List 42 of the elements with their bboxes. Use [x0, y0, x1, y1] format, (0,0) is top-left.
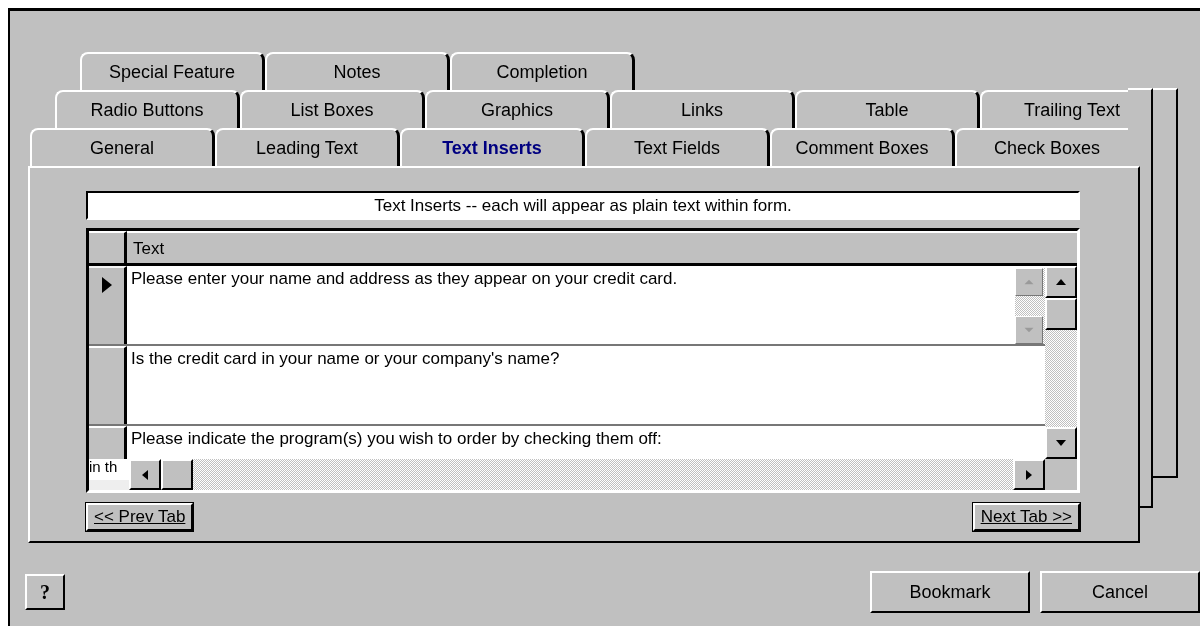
cell-scrollbar[interactable] — [1015, 268, 1045, 344]
scroll-right-button[interactable] — [1013, 459, 1045, 490]
selector-header — [89, 231, 127, 263]
left-arrow-icon — [141, 468, 149, 481]
table-cell[interactable]: Please indicate the program(s) you wish to order by checking them off: — [127, 426, 1045, 459]
scrollbar-thumb[interactable] — [161, 459, 193, 490]
scroll-down-icon — [1015, 316, 1043, 344]
tab[interactable]: Completion — [450, 52, 635, 90]
vertical-scrollbar[interactable] — [1045, 266, 1077, 459]
table-cell[interactable]: Is the credit card in your name or your company's name? — [127, 346, 1045, 424]
tab[interactable]: Links — [610, 90, 795, 128]
dialog-button[interactable]: Bookmark — [870, 571, 1030, 613]
table-cell[interactable]: Please enter your name and address as they appear on your credit card. — [127, 266, 1045, 344]
tab[interactable]: Text Inserts — [400, 128, 585, 166]
tab[interactable]: List Boxes — [240, 90, 425, 128]
current-record-icon — [100, 276, 113, 294]
scroll-left-button[interactable] — [129, 459, 161, 490]
tab[interactable]: Graphics — [425, 90, 610, 128]
scroll-up-icon — [1015, 268, 1043, 296]
column-header[interactable]: Text — [127, 231, 1077, 263]
right-arrow-icon — [1025, 468, 1033, 481]
down-arrow-icon — [1055, 439, 1067, 447]
tab[interactable]: Leading Text — [215, 128, 400, 166]
tab[interactable]: Notes — [265, 52, 450, 90]
prev-tab-button[interactable]: << Prev Tab — [86, 503, 194, 531]
dialog-button[interactable]: Cancel — [1040, 571, 1200, 613]
tab[interactable]: General — [30, 128, 215, 166]
horizontal-scrollbar[interactable] — [129, 459, 1045, 490]
up-arrow-icon — [1055, 278, 1067, 286]
tab[interactable]: Special Feature — [80, 52, 265, 90]
scroll-up-button[interactable] — [1045, 266, 1077, 298]
scroll-down-button[interactable] — [1045, 427, 1077, 459]
scrollbar-thumb[interactable] — [1045, 298, 1077, 330]
clipped-text: in th — [89, 459, 129, 490]
next-tab-button[interactable]: Next Tab >> — [972, 503, 1080, 531]
help-button[interactable]: ? — [25, 574, 65, 610]
tab[interactable]: Text Fields — [585, 128, 770, 166]
tab[interactable]: Comment Boxes — [770, 128, 955, 166]
record-selector[interactable] — [89, 266, 127, 344]
tab[interactable]: Radio Buttons — [55, 90, 240, 128]
section-title: Text Inserts -- each will appear as plain text within form. — [86, 191, 1080, 220]
tab[interactable]: Table — [795, 90, 980, 128]
